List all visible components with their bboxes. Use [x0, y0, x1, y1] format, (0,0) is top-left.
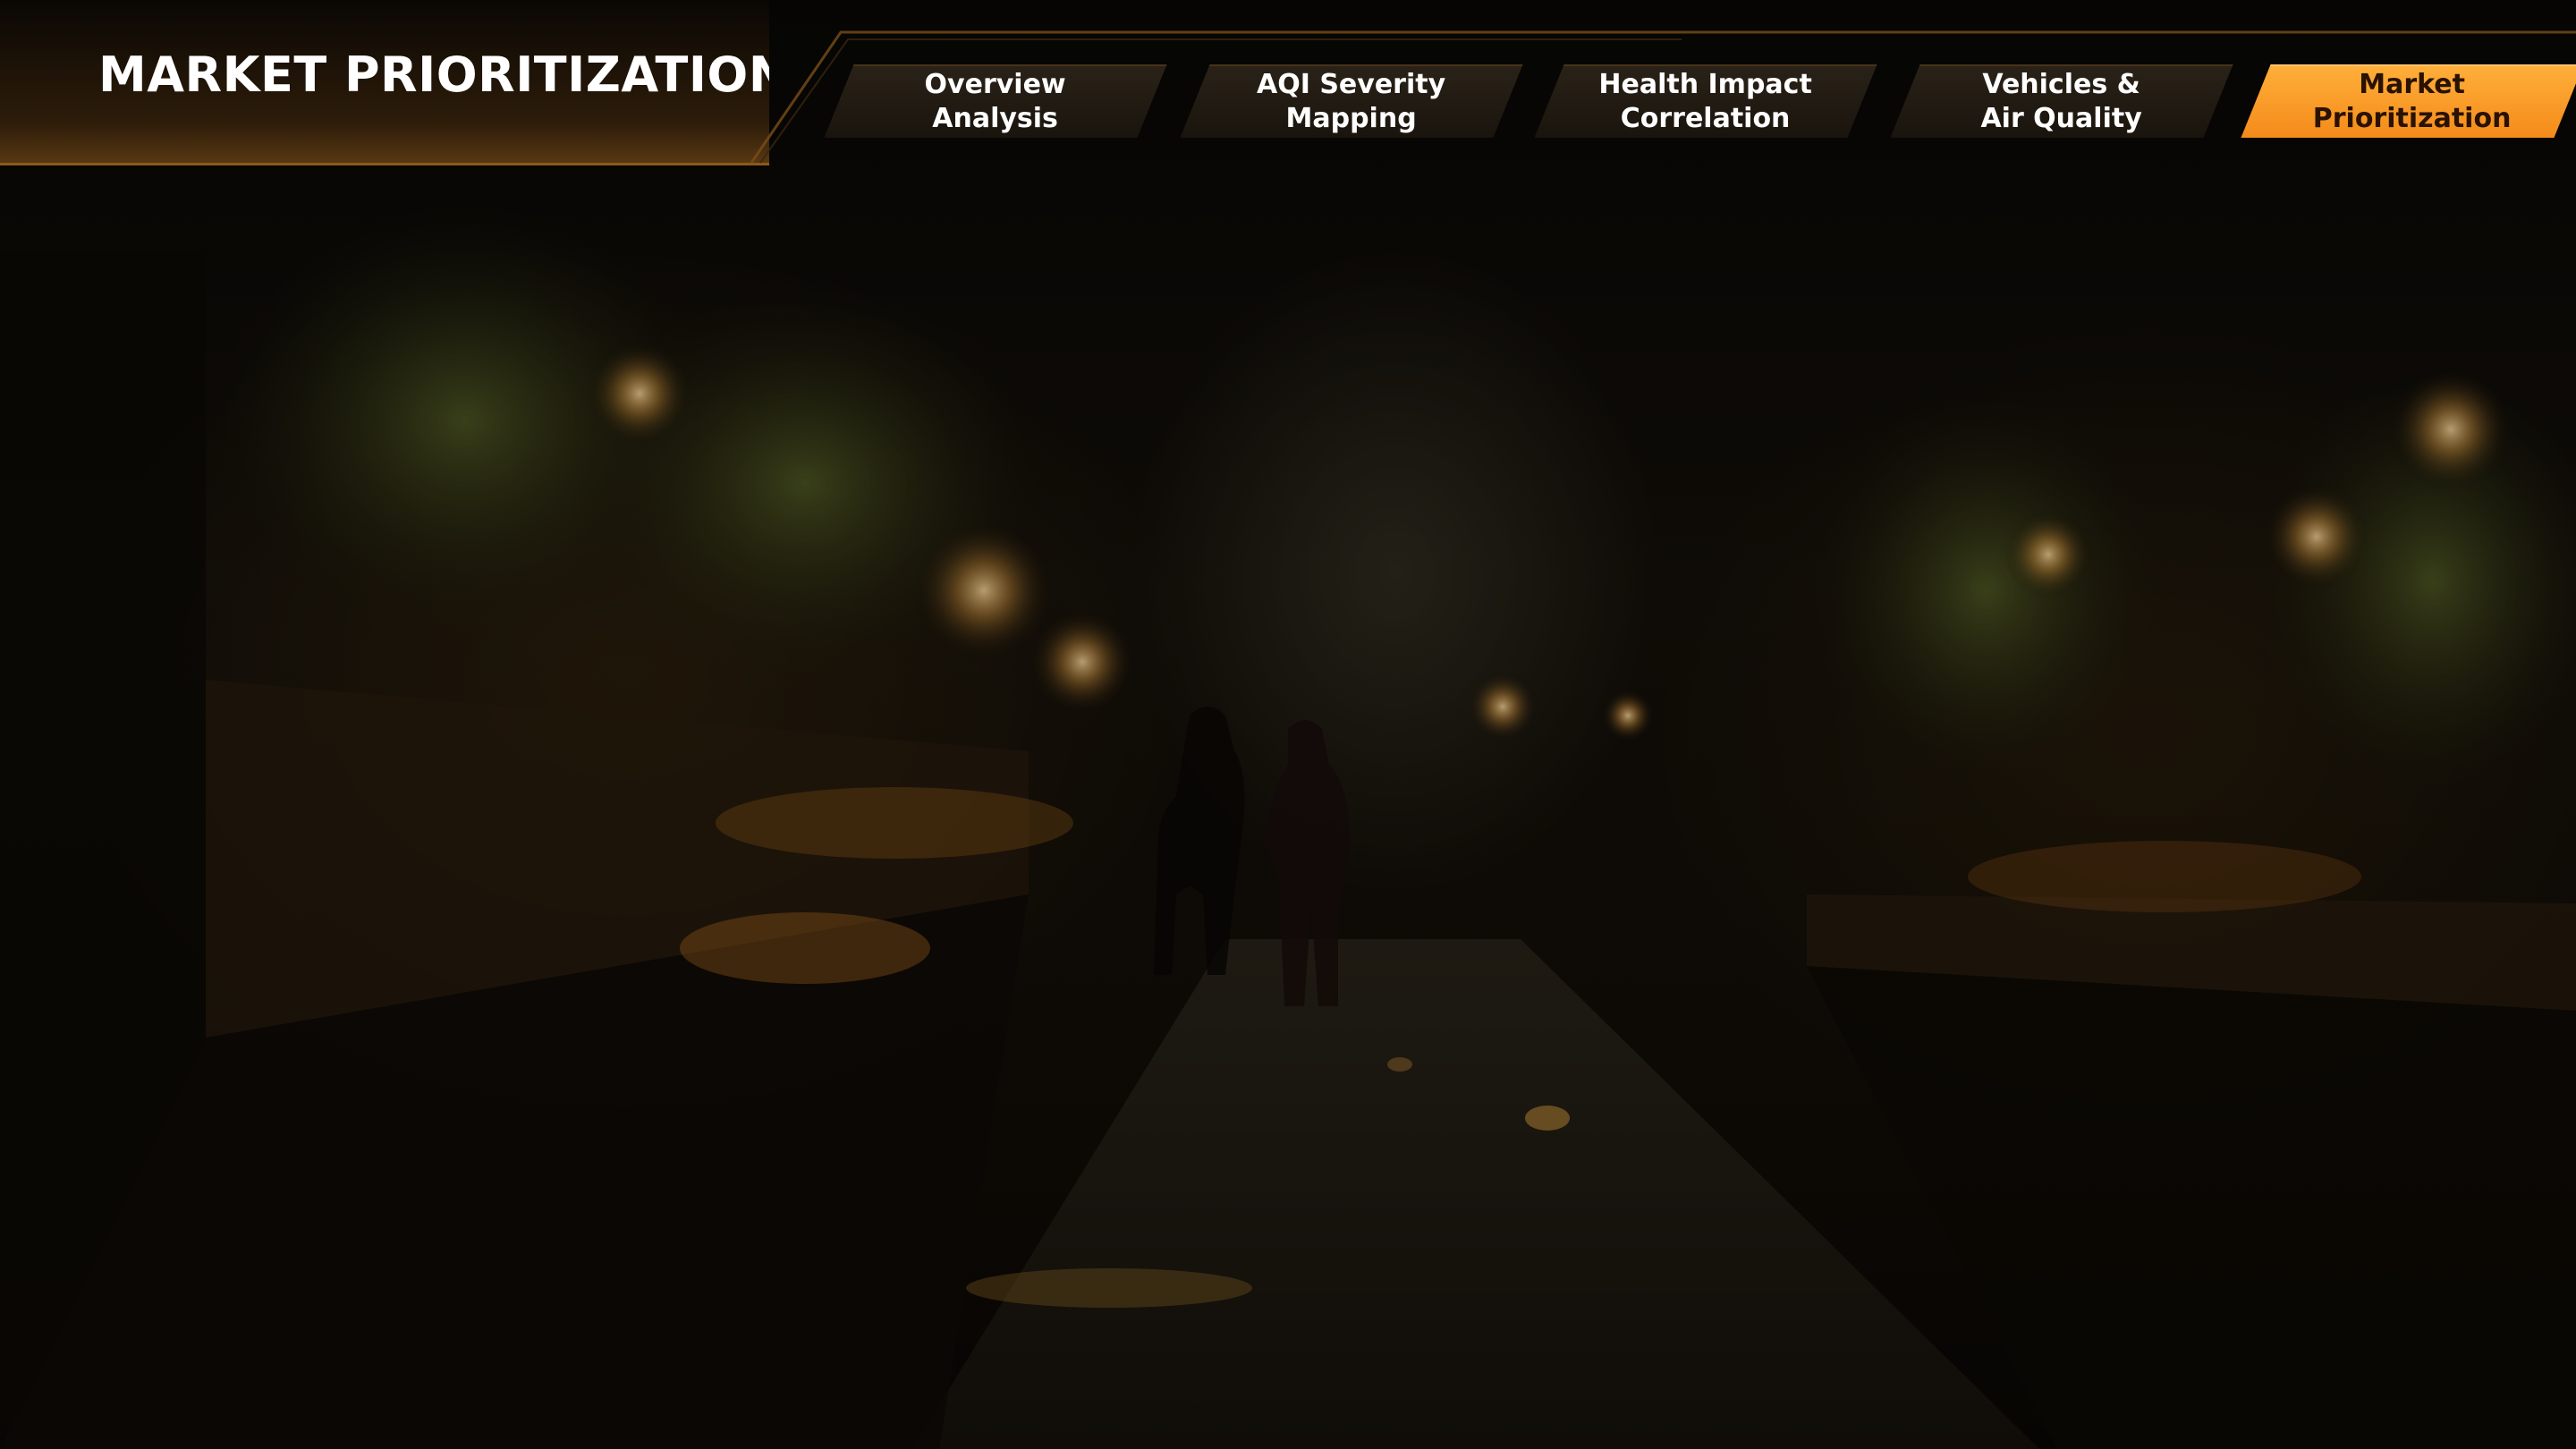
- slide-stage: MARKET PRIORITIZATION Overview Analysis …: [0, 0, 2576, 1449]
- market-background-image: [0, 0, 2576, 1449]
- tab-aqi-severity-mapping[interactable]: AQI Severity Mapping: [1180, 64, 1523, 138]
- nav-tabs: Overview Analysis AQI Severity Mapping H…: [742, 23, 2576, 166]
- tab-label: Health Impact Correlation: [1598, 69, 1812, 134]
- title-panel: MARKET PRIORITIZATION: [0, 0, 769, 165]
- nav-bar: Overview Analysis AQI Severity Mapping H…: [742, 23, 2576, 166]
- tab-health-impact-correlation[interactable]: Health Impact Correlation: [1534, 64, 1877, 138]
- page-title: MARKET PRIORITIZATION: [98, 47, 790, 103]
- tab-label: AQI Severity Mapping: [1257, 69, 1446, 134]
- tab-label: Overview Analysis: [924, 69, 1066, 134]
- tab-label: Market Prioritization: [2312, 69, 2512, 134]
- tab-label: Vehicles & Air Quality: [1980, 69, 2142, 134]
- tab-market-prioritization[interactable]: Market Prioritization: [2241, 64, 2576, 138]
- tab-vehicles-air-quality[interactable]: Vehicles & Air Quality: [1890, 64, 2233, 138]
- tab-overview-analysis[interactable]: Overview Analysis: [824, 64, 1167, 138]
